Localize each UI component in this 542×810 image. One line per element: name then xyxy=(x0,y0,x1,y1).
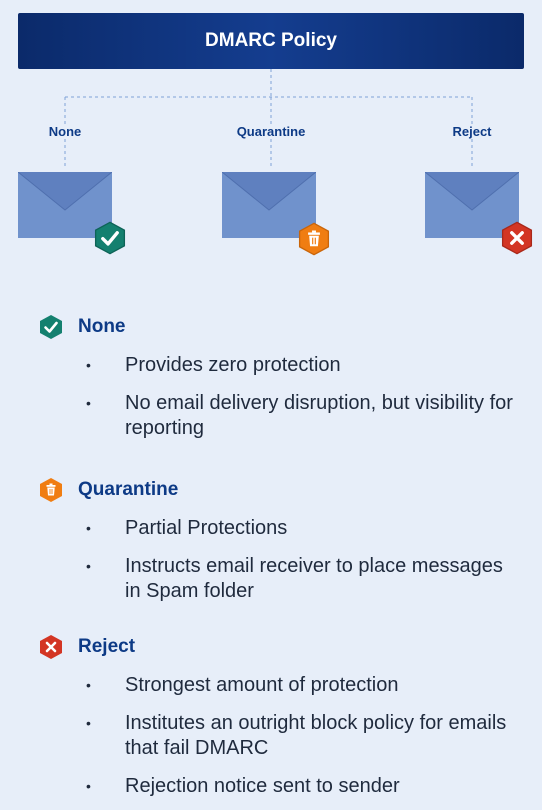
x-icon xyxy=(501,221,533,255)
branch-label-none: None xyxy=(45,124,85,139)
bullet-list: Partial Protections Instructs email rece… xyxy=(38,516,518,604)
branch-label-quarantine: Quarantine xyxy=(233,124,309,139)
bullet-list: Provides zero protection No email delive… xyxy=(38,353,518,441)
branch-label-reject: Reject xyxy=(449,124,495,139)
check-icon xyxy=(40,315,62,339)
trash-icon xyxy=(40,478,62,502)
section-none-heading: None xyxy=(38,314,518,340)
section-quarantine: Quarantine Partial Protections Instructs… xyxy=(38,477,518,604)
list-item: Partial Protections xyxy=(38,516,518,541)
list-item: Strongest amount of protection xyxy=(38,673,518,698)
check-icon xyxy=(94,221,126,255)
trash-icon xyxy=(298,222,330,256)
section-title: None xyxy=(78,316,126,337)
section-quarantine-heading: Quarantine xyxy=(38,477,518,503)
list-item: Rejection notice sent to sender xyxy=(38,774,518,799)
list-item: Instructs email receiver to place messag… xyxy=(38,554,518,604)
list-item: Institutes an outright block policy for … xyxy=(38,711,518,761)
list-item: Provides zero protection xyxy=(38,353,518,378)
x-icon xyxy=(40,635,62,659)
section-title: Reject xyxy=(78,636,136,657)
bullet-list: Strongest amount of protection Institute… xyxy=(38,673,518,799)
list-item: No email delivery disruption, but visibi… xyxy=(38,391,518,441)
section-title: Quarantine xyxy=(78,479,179,500)
section-reject: Reject Strongest amount of protection In… xyxy=(38,634,518,799)
section-reject-heading: Reject xyxy=(38,634,518,660)
section-none: None Provides zero protection No email d… xyxy=(38,314,518,441)
